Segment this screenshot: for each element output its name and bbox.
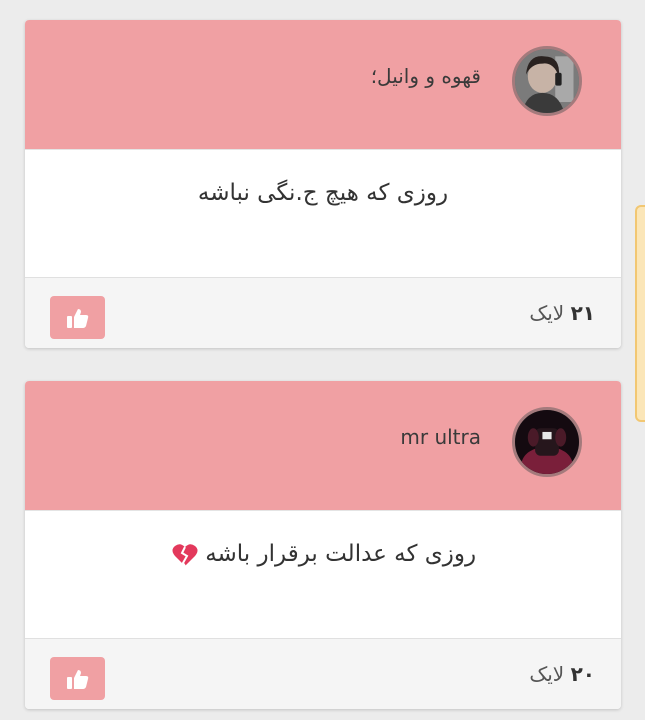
post-header: قهوه و وانیل؛ <box>25 20 621 149</box>
like-count-number: ۲۰ <box>570 662 595 686</box>
post-card: mr ultra روزی که عدالت برقرار باشه ۲۰ لا… <box>25 381 621 709</box>
avatar-image <box>515 49 579 113</box>
like-button[interactable] <box>50 657 105 700</box>
post-text: روزی که هیچ ج.نگی نباشه <box>25 180 621 206</box>
post-body: روزی که هیچ ج.نگی نباشه <box>25 149 621 277</box>
post-text-content: روزی که عدالت برقرار باشه <box>205 541 477 567</box>
like-button[interactable] <box>50 296 105 339</box>
avatar[interactable] <box>512 46 582 116</box>
like-count-label: لایک <box>529 662 565 686</box>
post-footer: ۲۱ لایک <box>25 277 621 348</box>
side-tab[interactable] <box>635 205 645 422</box>
author-name[interactable]: mr ultra <box>400 425 481 449</box>
like-count-label: لایک <box>529 301 565 325</box>
avatar[interactable] <box>512 407 582 477</box>
like-count: ۲۰ لایک <box>529 662 595 686</box>
post-body: روزی که عدالت برقرار باشه <box>25 510 621 638</box>
post-card: قهوه و وانیل؛ روزی که هیچ ج.نگی نباشه ۲۱… <box>25 20 621 348</box>
broken-heart-icon <box>172 543 198 567</box>
author-name[interactable]: قهوه و وانیل؛ <box>371 64 481 88</box>
page: قهوه و وانیل؛ روزی که هیچ ج.نگی نباشه ۲۱… <box>0 0 645 720</box>
post-text: روزی که عدالت برقرار باشه <box>25 541 621 567</box>
post-footer: ۲۰ لایک <box>25 638 621 709</box>
post-text-content: روزی که هیچ ج.نگی نباشه <box>197 180 449 206</box>
thumbs-up-icon <box>66 308 88 328</box>
avatar-image <box>515 410 579 474</box>
post-header: mr ultra <box>25 381 621 510</box>
like-count: ۲۱ لایک <box>529 301 595 325</box>
like-count-number: ۲۱ <box>570 301 595 325</box>
thumbs-up-icon <box>66 669 88 689</box>
